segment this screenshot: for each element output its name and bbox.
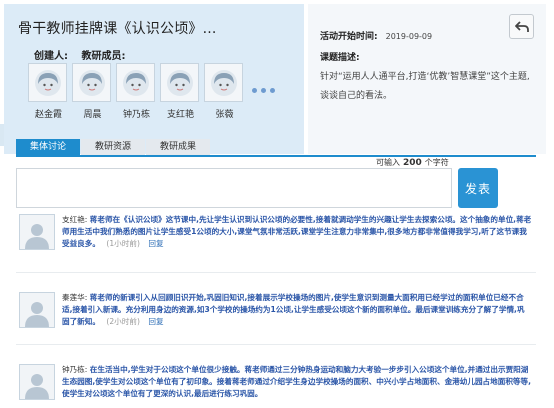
publish-button[interactable]: 发表 <box>458 168 498 208</box>
user-icon <box>78 69 105 96</box>
default-user-icon <box>25 302 49 327</box>
counter-suffix: 个字符 <box>424 158 449 167</box>
counter-value: 200 <box>403 158 422 168</box>
roles-row: 创建人: 教研成员: <box>34 47 135 62</box>
tab-bar: 集体讨论 教研资源 教研成果 <box>16 139 211 156</box>
member-item[interactable]: 周晨 <box>72 63 113 120</box>
start-time-row: 活动开始时间: 2019-09-09 <box>320 29 432 42</box>
start-time-value: 2019-09-09 <box>385 32 433 41</box>
activity-header: 骨干教师挂牌课《认识公顷》... 创建人: 教研成员: 赵金霞 周晨 钟乃栋 支… <box>4 4 304 154</box>
discussion-page: 骨干教师挂牌课《认识公顷》... 创建人: 教研成员: 赵金霞 周晨 钟乃栋 支… <box>0 0 554 408</box>
activity-title: 骨干教师挂牌课《认识公顷》... <box>18 21 217 37</box>
member-name: 周晨 <box>83 110 102 120</box>
divider <box>16 344 536 345</box>
comment-text: 支红艳: 蒋老师在《认识公顷》这节课中,先让学生认识到认识公顷的必要性,接着就调… <box>62 214 532 250</box>
user-icon <box>34 69 61 96</box>
back-arrow-icon <box>514 20 529 32</box>
comment-body: 在生活当中,学生对于公顷这个单位很少接触。蒋老师通过三分钟热身运动和脑力大考验一… <box>62 365 531 398</box>
avatar[interactable] <box>72 63 111 102</box>
avatar[interactable] <box>28 63 67 102</box>
avatar[interactable] <box>160 63 199 102</box>
member-name: 钟乃栋 <box>122 110 150 120</box>
comment-author[interactable]: 钟乃栋: <box>62 365 87 374</box>
member-name: 张薇 <box>215 110 234 120</box>
member-item[interactable]: 赵金霞 <box>28 63 69 120</box>
comment-author[interactable]: 秦莲华: <box>62 293 87 302</box>
creator-label: 创建人: <box>34 51 68 62</box>
start-time-label: 活动开始时间: <box>320 32 378 42</box>
tab-resources[interactable]: 教研资源 <box>81 139 146 156</box>
comment-text: 钟乃栋: 在生活当中,学生对于公顷这个单位很少接触。蒋老师通过三分钟热身运动和脑… <box>62 364 532 400</box>
commenter-avatar[interactable] <box>19 364 55 400</box>
default-user-icon <box>25 224 49 249</box>
more-members-icon[interactable] <box>252 88 275 93</box>
commenter-avatar[interactable] <box>19 292 55 328</box>
user-icon <box>122 69 149 96</box>
commenter-avatar[interactable] <box>19 214 55 250</box>
reply-link[interactable]: 回复 <box>148 317 163 326</box>
comment-text: 秦莲华: 蒋老师的新课引入从回顾旧识开始,巩固旧知识,接着展示学校操场的图片,使… <box>62 292 532 328</box>
reply-link[interactable]: 回复 <box>148 239 163 248</box>
divider <box>16 272 536 273</box>
tab-results[interactable]: 教研成果 <box>146 139 211 156</box>
description-label: 课题描述: <box>320 53 360 63</box>
member-list: 赵金霞 周晨 钟乃栋 支红艳 张薇 <box>28 63 245 120</box>
back-button[interactable] <box>509 14 534 39</box>
tab-discussion[interactable]: 集体讨论 <box>16 139 81 156</box>
default-user-icon <box>25 374 49 399</box>
activity-info: 活动开始时间: 2019-09-09 课题描述: 针对“运用人人通平台,打造‘优教… <box>308 4 546 154</box>
avatar[interactable] <box>204 63 243 102</box>
member-item[interactable]: 支红艳 <box>160 63 201 120</box>
comment-time: (2小时前) <box>106 317 140 326</box>
tab-underline <box>16 155 536 157</box>
member-name: 支红艳 <box>166 110 194 120</box>
member-item[interactable]: 钟乃栋 <box>116 63 157 120</box>
comment-time: (1小时前) <box>106 239 140 248</box>
member-item[interactable]: 张薇 <box>204 63 245 120</box>
user-icon <box>166 69 193 96</box>
counter-prefix: 可输入 <box>376 158 400 167</box>
char-counter: 可输入 200 个字符 <box>376 157 449 168</box>
comment-input[interactable] <box>16 168 452 208</box>
members-label: 教研成员: <box>81 51 126 62</box>
comment-author[interactable]: 支红艳: <box>62 215 87 224</box>
avatar[interactable] <box>116 63 155 102</box>
user-icon <box>210 69 237 96</box>
member-name: 赵金霞 <box>34 110 62 120</box>
description-text: 针对“运用人人通平台,打造‘优教’智慧课堂”这个主题,谈谈自己的看法。 <box>320 72 530 101</box>
